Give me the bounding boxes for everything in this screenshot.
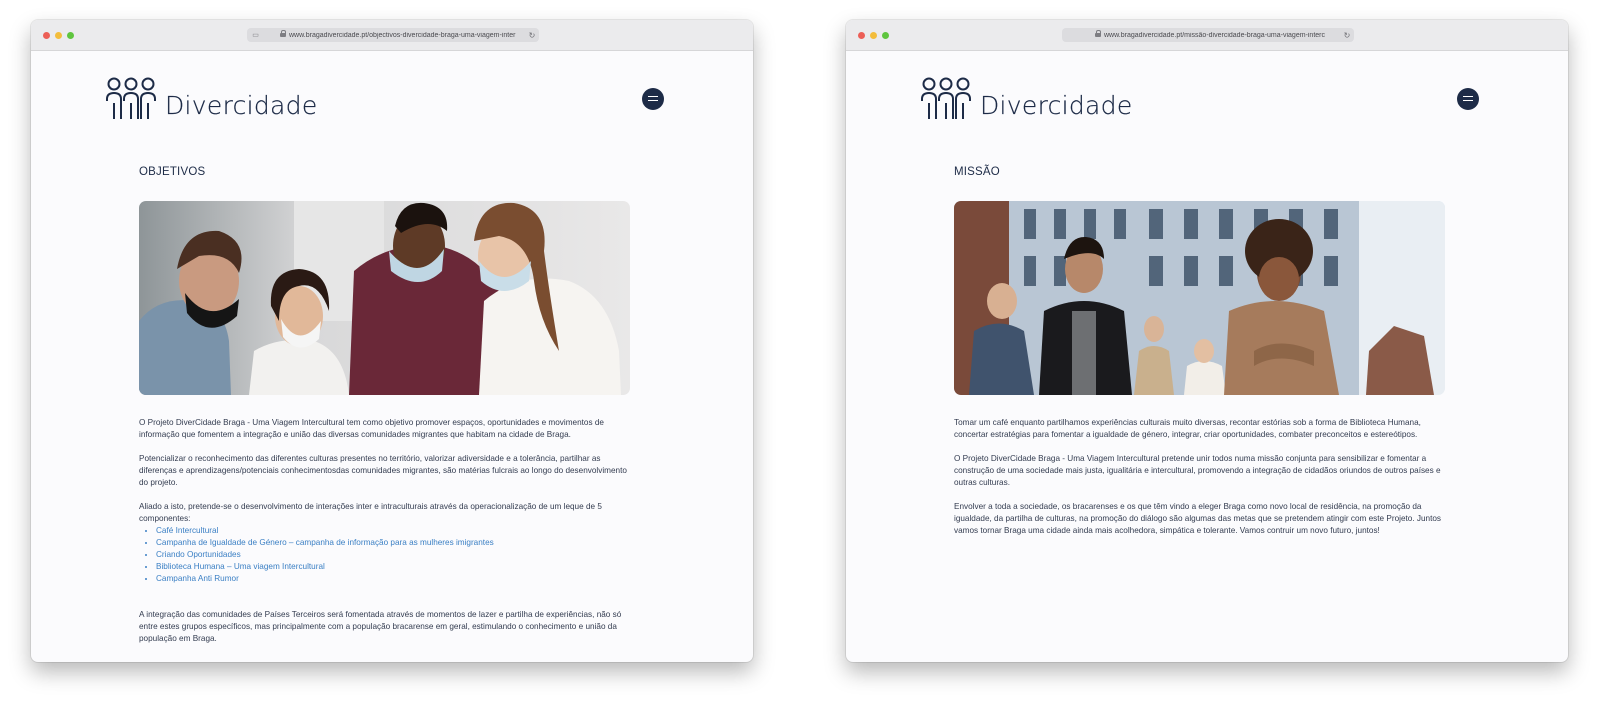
list-item: Campanha de Igualdade de Género – campan… <box>156 537 627 549</box>
article-body: O Projeto DiverCidade Braga - Uma Viagem… <box>139 417 627 657</box>
lock-icon <box>280 29 286 38</box>
component-link-biblioteca[interactable]: Biblioteca Humana – Uma viagem Intercult… <box>156 562 325 571</box>
maximize-window-button[interactable] <box>882 32 889 39</box>
list-item: Biblioteca Humana – Uma viagem Intercult… <box>156 561 627 573</box>
paragraph: Potencializar o reconhecimento das difer… <box>139 454 627 487</box>
people-logo-icon <box>106 77 156 119</box>
page-title: MISSÃO <box>954 166 1000 178</box>
menu-icon[interactable] <box>1457 88 1479 110</box>
site-logo[interactable]: Divercidade <box>105 77 318 121</box>
component-link-cafe[interactable]: Café Intercultural <box>156 526 218 535</box>
lock-icon <box>1095 29 1101 38</box>
paragraph: O Projeto DiverCidade Braga - Uma Viagem… <box>954 454 1441 487</box>
browser-window-objetivos: ▭ www.bragadivercidade.pt/objectivos-div… <box>31 20 753 662</box>
paragraph: Aliado a isto, pretende-se o desenvolvim… <box>139 502 602 523</box>
logo-text: Divercidade <box>980 91 1133 120</box>
browser-window-missao: www.bragadivercidade.pt/missão-divercida… <box>846 20 1568 662</box>
list-item: Criando Oportunidades <box>156 549 627 561</box>
window-controls <box>858 32 889 39</box>
hero-image <box>139 201 630 395</box>
components-list: Café Intercultural Campanha de Igualdade… <box>139 525 627 585</box>
close-window-button[interactable] <box>858 32 865 39</box>
logo-text: Divercidade <box>165 91 318 120</box>
browser-titlebar: ▭ www.bragadivercidade.pt/objectivos-div… <box>31 20 753 51</box>
list-item: Café Intercultural <box>156 525 627 537</box>
paragraph: Envolver a toda a sociedade, os bracaren… <box>954 502 1441 535</box>
address-bar[interactable]: ▭ www.bragadivercidade.pt/objectivos-div… <box>247 28 539 42</box>
menu-icon[interactable] <box>642 88 664 110</box>
browser-titlebar: www.bragadivercidade.pt/missão-divercida… <box>846 20 1568 51</box>
minimize-window-button[interactable] <box>870 32 877 39</box>
reload-icon[interactable]: ↻ <box>527 31 537 40</box>
url-text[interactable]: www.bragadivercidade.pt/objectivos-diver… <box>289 32 527 39</box>
hero-image <box>954 201 1445 395</box>
reload-icon[interactable]: ↻ <box>1342 31 1352 40</box>
component-link-anti-rumor[interactable]: Campanha Anti Rumor <box>156 574 239 583</box>
paragraph: Tomar um café enquanto partilhamos exper… <box>954 418 1421 439</box>
article-body: Tomar um café enquanto partilhamos exper… <box>954 417 1442 549</box>
site-logo[interactable]: Divercidade <box>920 77 1133 121</box>
component-link-oportunidades[interactable]: Criando Oportunidades <box>156 550 241 559</box>
list-item: Campanha Anti Rumor <box>156 573 627 585</box>
paragraph: A integração das comunidades de Países T… <box>139 610 622 643</box>
maximize-window-button[interactable] <box>67 32 74 39</box>
url-text[interactable]: www.bragadivercidade.pt/missão-divercida… <box>1104 32 1342 39</box>
minimize-window-button[interactable] <box>55 32 62 39</box>
page-title: OBJETIVOS <box>139 166 206 178</box>
paragraph: O Projeto DiverCidade Braga - Uma Viagem… <box>139 418 604 439</box>
page-icon: ▭ <box>252 32 259 39</box>
window-controls <box>43 32 74 39</box>
component-link-igualdade[interactable]: Campanha de Igualdade de Género – campan… <box>156 538 494 547</box>
close-window-button[interactable] <box>43 32 50 39</box>
address-bar[interactable]: www.bragadivercidade.pt/missão-divercida… <box>1062 28 1354 42</box>
people-logo-icon <box>921 77 971 119</box>
